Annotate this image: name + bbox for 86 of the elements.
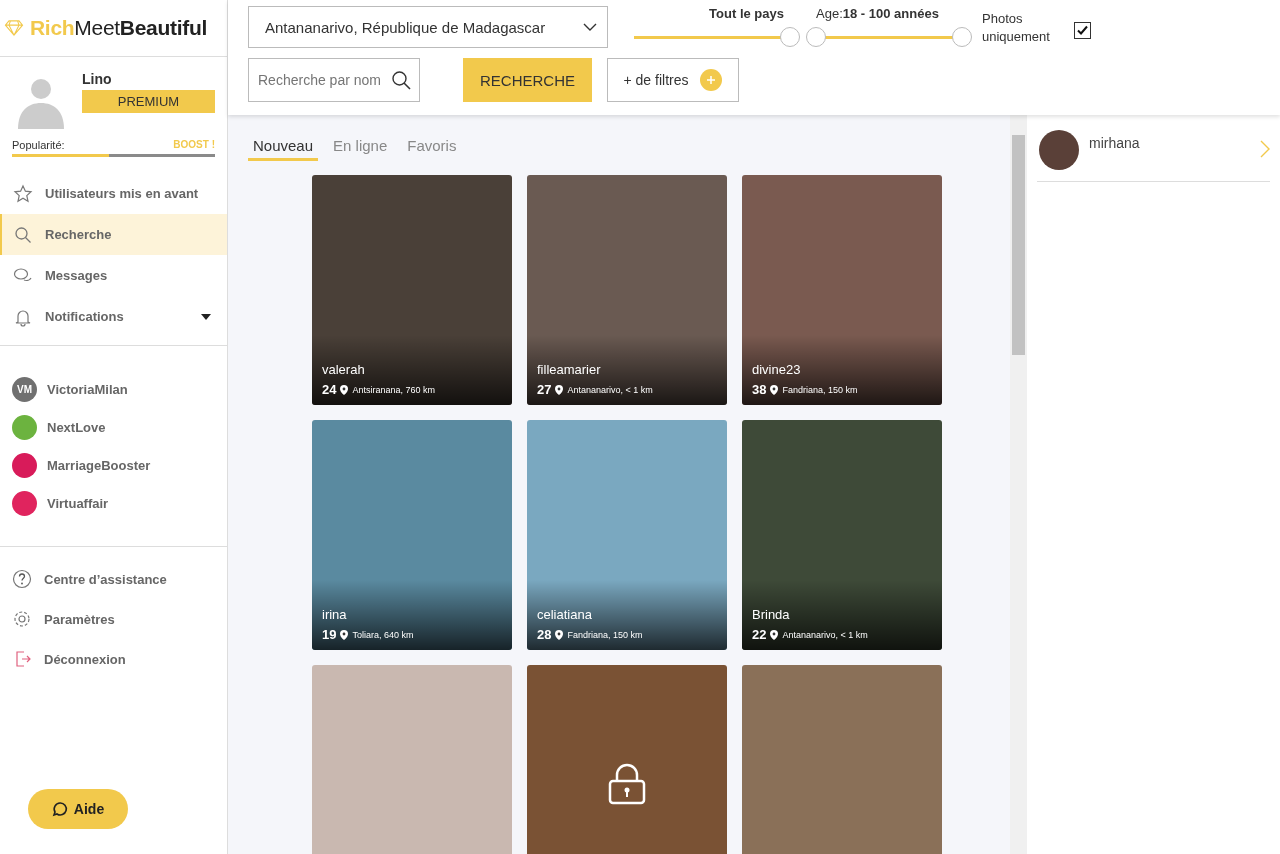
logo[interactable]: RichMeetBeautiful: [30, 16, 207, 40]
menu-link[interactable]: Paramètres: [44, 611, 115, 627]
profile-name: celiatiana: [537, 607, 593, 622]
nav-item[interactable]: Messages: [0, 255, 227, 296]
site-badge: VM: [12, 376, 37, 402]
slider-thumb[interactable]: [806, 27, 826, 47]
chevron-down-icon: [583, 23, 597, 31]
settings-icon: [12, 609, 32, 629]
nav-label: Recherche: [45, 227, 113, 242]
profile-location: Antananarivo, < 1 km: [567, 384, 653, 395]
chat-bubble-icon: [51, 801, 68, 817]
partner-link[interactable]: Virtuaffair: [47, 495, 109, 511]
profile-card[interactable]: divine23 38 Fandriana, 150 km: [742, 175, 942, 405]
star-icon: [13, 183, 33, 204]
profile-location: Antananarivo, < 1 km: [782, 629, 868, 640]
search-icon: [13, 224, 33, 245]
tab[interactable]: Favoris: [402, 135, 462, 161]
location-pin-icon: [340, 384, 349, 395]
location-pin-icon: [770, 629, 779, 640]
avatar-photo: [1039, 130, 1079, 170]
contact-name: mirhana: [1089, 134, 1141, 151]
menu-link[interactable]: Centre d’assistance: [44, 571, 167, 587]
profile-age: 28: [537, 627, 552, 642]
nav-item[interactable]: Utilisateurs mis en avant: [0, 173, 227, 214]
tab[interactable]: En ligne: [328, 135, 393, 161]
location-pin-icon: [340, 629, 349, 640]
help-button[interactable]: Aide: [28, 789, 128, 829]
profile-age: 22: [752, 627, 767, 642]
nav-label: Notifications: [45, 309, 125, 324]
profile-age: 27: [537, 382, 552, 397]
location-pin-icon: [770, 384, 779, 395]
profile-name: divine23: [752, 362, 802, 377]
distance-label: Tout le pays: [708, 6, 785, 23]
partner-link[interactable]: NextLove: [47, 419, 106, 435]
nav-item[interactable]: Recherche: [0, 214, 227, 255]
profile-location: Antsiranana, 760 km: [352, 384, 435, 395]
help-icon: [12, 569, 32, 589]
profile-card[interactable]: filleamarier 27 Antananarivo, < 1 km: [527, 175, 727, 405]
age-slider[interactable]: [805, 26, 973, 48]
profile-card[interactable]: valerah 24 Antsiranana, 760 km: [312, 175, 512, 405]
menu-link[interactable]: Déconnexion: [44, 651, 126, 667]
slider-thumb[interactable]: [952, 27, 972, 47]
profile-card[interactable]: irina 19 Toliara, 640 km: [312, 420, 512, 650]
partner-link[interactable]: MarriageBooster: [47, 457, 151, 473]
conversation-item[interactable]: mirhana: [1037, 115, 1270, 182]
popularity-label: Popularité:: [12, 139, 65, 151]
profile-location: Fandriana, 150 km: [567, 629, 643, 640]
profile-age: 38: [752, 382, 767, 397]
caret-icon[interactable]: [201, 313, 211, 320]
nav-label: Messages: [45, 268, 109, 283]
profile-card[interactable]: Brinda 22 Antananarivo, < 1 km: [742, 420, 942, 650]
age-label: Age:18 - 100 années: [816, 6, 940, 23]
search-button[interactable]: RECHERCHE: [463, 58, 592, 102]
search-field[interactable]: Recherche par nom: [248, 58, 420, 102]
slider-thumb[interactable]: [780, 27, 800, 47]
checkbox-label: Photos uniquement: [982, 10, 1051, 46]
diamond-icon: [4, 18, 24, 38]
profile-name: irina: [322, 607, 348, 622]
profile-name: Brinda: [752, 607, 791, 622]
profile-location: Toliara, 640 km: [352, 629, 414, 640]
nav-label: Utilisateurs mis en avant: [45, 186, 200, 201]
premium-badge: PREMIUM: [82, 90, 215, 113]
tab[interactable]: Nouveau: [248, 135, 319, 161]
more-filters-button[interactable]: + de filtres: [607, 58, 739, 102]
profile-location: Fandriana, 150 km: [782, 384, 858, 395]
profile-age: 19: [322, 627, 337, 642]
partner-link[interactable]: VictoriaMilan: [47, 381, 128, 397]
scrollbar-thumb[interactable]: [1012, 135, 1025, 355]
profile-age: 24: [322, 382, 337, 397]
checkbox[interactable]: [1074, 22, 1091, 39]
location-dropdown[interactable]: Antananarivo, République de Madagascar: [248, 6, 608, 48]
plus-icon: [700, 69, 723, 91]
profile-card[interactable]: [312, 665, 512, 854]
profile-name: filleamarier: [537, 362, 602, 377]
profile-card[interactable]: [742, 665, 942, 854]
lock-icon: [607, 763, 647, 805]
user-name: Lino: [82, 71, 113, 87]
profile-card[interactable]: celiatiana 28 Fandriana, 150 km: [527, 420, 727, 650]
profile-name: valerah: [322, 362, 366, 377]
search-icon: [391, 70, 411, 90]
location-pin-icon: [555, 629, 564, 640]
location-pin-icon: [555, 384, 564, 395]
nav-item[interactable]: Notifications: [0, 296, 227, 337]
profile-card[interactable]: [527, 665, 727, 854]
scrollbar[interactable]: [1010, 115, 1027, 854]
chevron-right-icon: [1260, 140, 1270, 158]
